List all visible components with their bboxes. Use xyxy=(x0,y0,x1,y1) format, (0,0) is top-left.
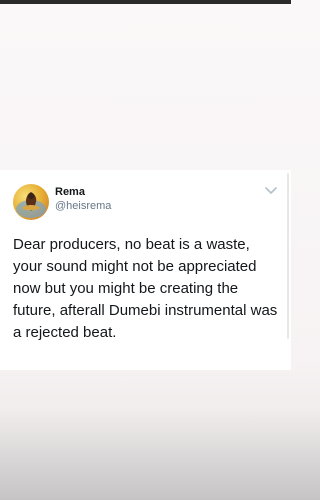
chevron-down-icon[interactable] xyxy=(265,187,277,195)
tweet-card: Rema @heisrema Dear producers, no beat i… xyxy=(0,170,291,370)
scrollbar xyxy=(287,173,289,339)
avatar[interactable] xyxy=(13,184,49,220)
status-bar xyxy=(0,0,291,4)
display-name: Rema xyxy=(55,186,85,198)
handle: @heisrema xyxy=(55,200,112,212)
tweet-text: Dear producers, no beat is a waste, your… xyxy=(13,236,278,341)
